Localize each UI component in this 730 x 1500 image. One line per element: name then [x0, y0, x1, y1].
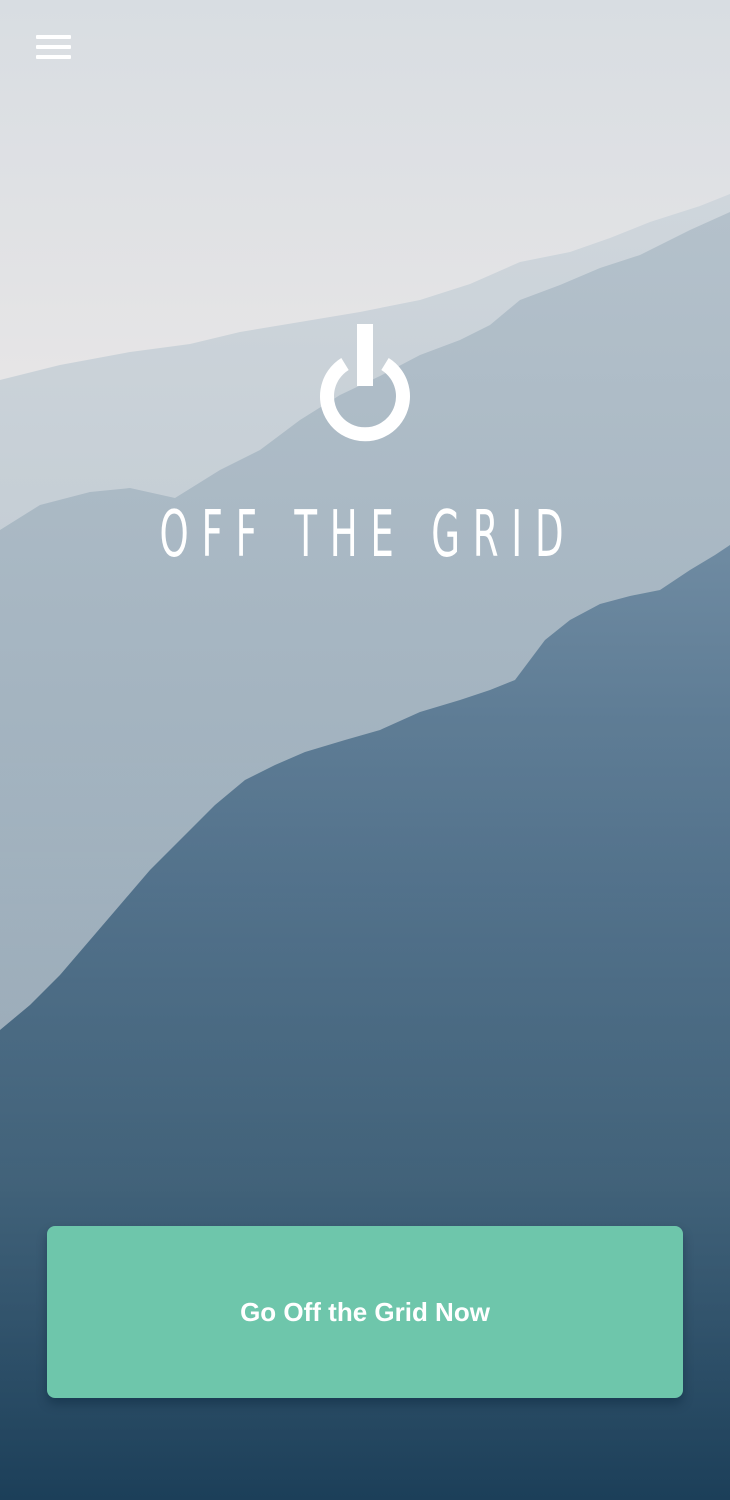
- app-logo: OFF THE GRID: [0, 318, 730, 578]
- home-screen: OFF THE GRID Go Off the Grid Now: [0, 0, 730, 1500]
- power-icon: [320, 324, 410, 442]
- hamburger-menu-button[interactable]: [28, 26, 78, 68]
- go-off-grid-button[interactable]: Go Off the Grid Now: [47, 1226, 683, 1398]
- app-title: OFF THE GRID: [159, 498, 577, 572]
